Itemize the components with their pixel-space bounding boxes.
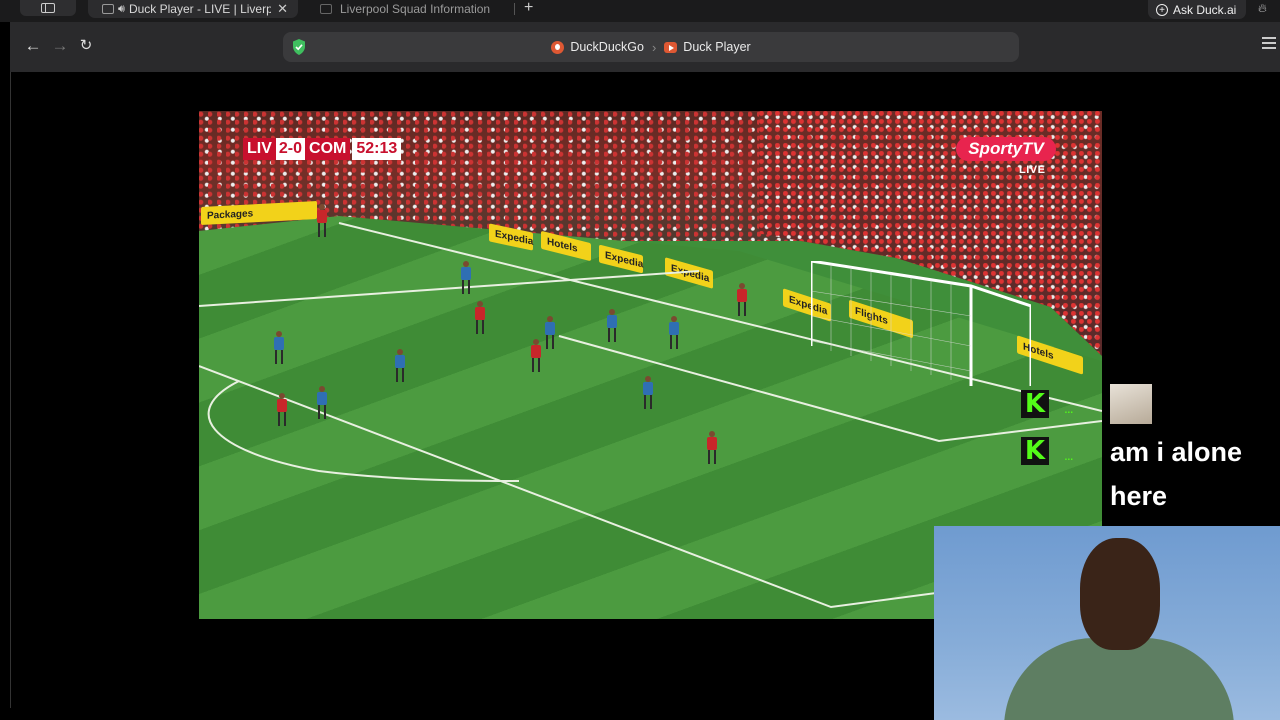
tab-favicon-icon xyxy=(102,4,114,14)
player xyxy=(707,431,717,464)
player xyxy=(317,386,327,419)
forward-button[interactable]: → xyxy=(50,36,70,56)
chat-message: am i alone here xyxy=(1110,437,1243,511)
fire-icon: 🔥︎ xyxy=(1258,1,1267,15)
kick-logo-icon: K xyxy=(1021,390,1049,418)
typing-indicator: ... xyxy=(1064,400,1074,416)
close-tab-icon[interactable]: ✕ xyxy=(277,1,288,17)
player xyxy=(531,339,541,372)
arrow-left-icon: ← xyxy=(24,36,42,55)
breadcrumb-label: Duck Player xyxy=(683,40,751,54)
player xyxy=(545,316,555,349)
webcam-overlay xyxy=(934,526,1280,720)
tab-title: Duck Player - LIVE | Liverp xyxy=(128,2,272,16)
duckduckgo-logo-icon xyxy=(551,40,565,54)
reload-button[interactable]: ↻ xyxy=(76,36,96,56)
sidebar-toggle-button[interactable] xyxy=(20,0,76,16)
kick-logo-icon: K xyxy=(1021,437,1049,465)
fire-button[interactable]: 🔥︎ xyxy=(1258,1,1267,16)
player xyxy=(643,376,653,409)
plus-icon: + xyxy=(524,0,534,16)
broadcaster-logo: SportyTV xyxy=(956,137,1056,161)
player xyxy=(607,309,617,342)
player xyxy=(395,349,405,382)
live-label: LIVE xyxy=(1019,164,1046,176)
menu-button[interactable] xyxy=(1262,37,1276,52)
speaker-icon[interactable]: 🔊︎ xyxy=(118,3,125,16)
tab-liverpool-squad[interactable]: Liverpool Squad Information xyxy=(310,0,510,18)
arrow-right-icon: → xyxy=(51,36,69,55)
ask-duck-ai-button[interactable]: + Ask Duck.ai xyxy=(1148,0,1247,19)
player xyxy=(461,261,471,294)
tab-title: Liverpool Squad Information xyxy=(340,2,491,16)
goal-net xyxy=(811,261,1031,386)
breadcrumb: DuckDuckGo › Duck Player xyxy=(283,32,1019,62)
breadcrumb-duckduckgo[interactable]: DuckDuckGo xyxy=(551,40,644,54)
tab-favicon-icon xyxy=(320,4,332,14)
player xyxy=(669,316,679,349)
scorebug: LIV 2-0 COM 52:13 xyxy=(243,138,402,160)
breadcrumb-label: DuckDuckGo xyxy=(570,40,644,54)
away-team: COM xyxy=(305,138,351,160)
new-tab-button[interactable]: + xyxy=(524,0,533,17)
typing-indicator: ... xyxy=(1064,447,1074,463)
player xyxy=(274,331,284,364)
address-bar[interactable]: DuckDuckGo › Duck Player xyxy=(283,32,1019,62)
ask-duck-ai-label: Ask Duck.ai xyxy=(1173,2,1237,17)
back-button[interactable]: ← xyxy=(23,36,43,56)
duck-player-logo-icon xyxy=(664,41,678,53)
streamer-body xyxy=(1004,638,1234,720)
breadcrumb-duck-player[interactable]: Duck Player xyxy=(664,40,751,54)
sidebar-icon xyxy=(41,3,55,13)
tab-divider xyxy=(514,3,515,15)
streamer-head xyxy=(1080,538,1160,650)
navigation-bar: ← → ↻ DuckDuckGo › Duck Player xyxy=(10,22,1280,72)
match-clock: 52:13 xyxy=(352,138,402,160)
tab-strip: 🔊︎ Duck Player - LIVE | Liverp ✕ Liverpo… xyxy=(0,0,1280,22)
tab-duck-player[interactable]: 🔊︎ Duck Player - LIVE | Liverp ✕ xyxy=(88,0,298,18)
player xyxy=(277,393,287,426)
reload-icon: ↻ xyxy=(79,37,93,54)
player xyxy=(317,204,327,237)
chevron-right-icon: › xyxy=(651,39,657,55)
player xyxy=(475,301,485,334)
home-team: LIV xyxy=(243,138,276,160)
player xyxy=(737,283,747,316)
chat-plus-icon: + xyxy=(1156,3,1168,16)
score: 2-0 xyxy=(275,138,306,160)
chat-avatar xyxy=(1110,384,1152,424)
